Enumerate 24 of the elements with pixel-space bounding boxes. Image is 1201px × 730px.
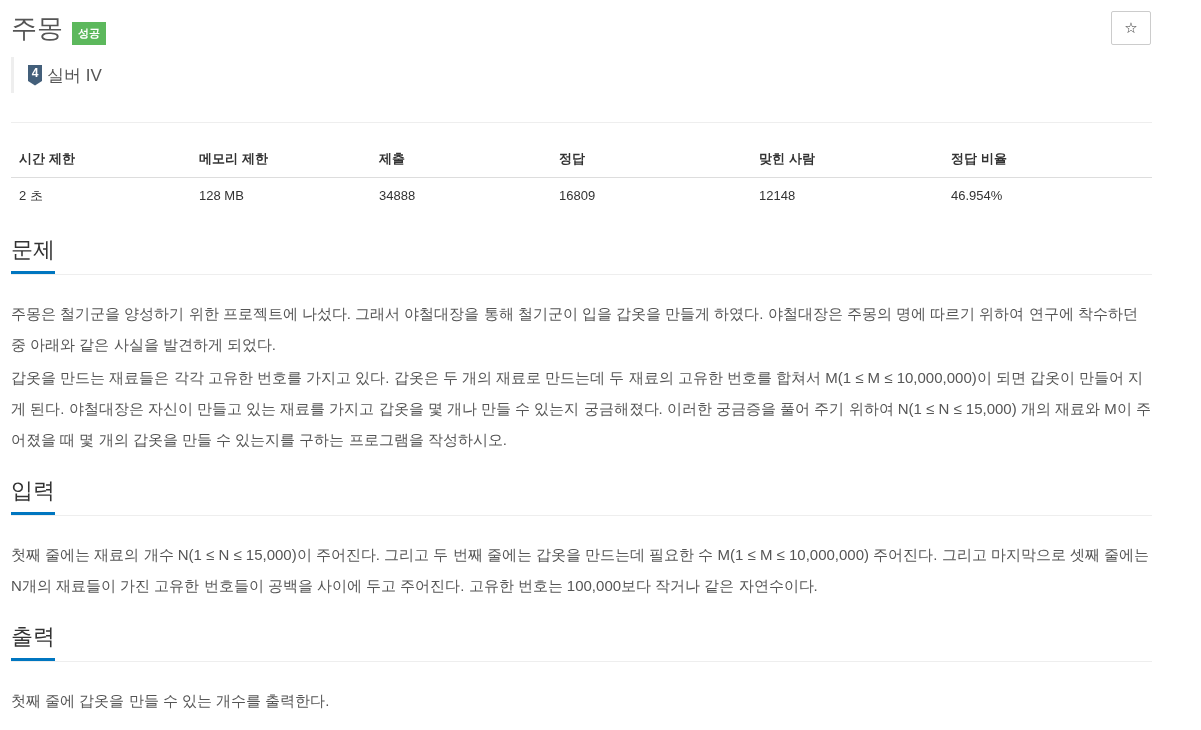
result-label: 성공 xyxy=(72,22,106,45)
section-heading: 문제 xyxy=(11,231,55,274)
column-header: 맞힌 사람 xyxy=(751,141,943,178)
paragraph: 첫째 줄에는 재료의 개수 N(1 ≤ N ≤ 15,000)이 주어진다. 그리고 두 번째 줄에는 갑옷을 만드는데 필요한 수 M(1 ≤ M ≤ 10,000,000) 주어진다. 그리고 마지막으로 셋째 줄에는 N개의 재료들이 가진 고유한 번호들이 공백을 사이에 두고 주어진다. 고유한 번호는 100,000보다 작거나 같은 자연수이다. xyxy=(11,545,1151,596)
section-heading: 출력 xyxy=(11,618,55,661)
table-cell: 46.954% xyxy=(943,177,1152,214)
paragraph: 주몽은 철기군을 양성하기 위한 프로젝트에 나섰다. 그래서 야철대장을 통해 철기군이 입을 갑옷을 만들게 하였다. 야철대장은 주몽의 명에 따르기 위하여 연구에 착수하던 중 아래와 같은 사실을 발견하게 되었다. xyxy=(11,304,1139,355)
table-cell: 34888 xyxy=(371,177,551,214)
problem-title: 주몽 xyxy=(11,12,63,45)
paragraph: 첫째 줄에 갑옷을 만들 수 있는 개수를 출력한다. xyxy=(11,691,331,711)
table-cell: 128 MB xyxy=(191,177,371,214)
paragraph: 갑옷을 만드는 재료들은 각각 고유한 번호를 가지고 있다. 갑옷은 두 개의 재료로 만드는데 두 재료의 고유한 번호를 합쳐서 M(1 ≤ M ≤ 10,000,000)이 되면 갑옷이 만들어 지게 된다. 야철대장은 자신이 만들고 있는 재료를 가지고 갑옷을 몇 개나 만들 수 있는지 궁금해졌다. 이러한 궁금증을 풀어 주기 위하여 N(1 ≤ N ≤ 15,000) 개의 재료와 M이 주어졌을 때 몇 개의 갑옷을 만들 수 있는지를 구하는 프로그램을 작성하시오. xyxy=(11,368,1152,450)
table-cell: 12148 xyxy=(751,177,943,214)
section-heading: 입력 xyxy=(11,472,55,515)
table-cell: 2 초 xyxy=(11,177,191,214)
column-header: 정답 비율 xyxy=(943,141,1152,178)
tier-label: 실버 IV xyxy=(47,64,102,87)
favorite-button[interactable]: ☆ xyxy=(1111,11,1151,45)
column-header: 정답 xyxy=(551,141,751,178)
column-header: 메모리 제한 xyxy=(191,141,371,178)
column-header: 시간 제한 xyxy=(11,141,191,178)
table-cell: 16809 xyxy=(551,177,751,214)
tier-badge: 4 xyxy=(28,64,42,86)
column-header: 제출 xyxy=(371,141,551,178)
